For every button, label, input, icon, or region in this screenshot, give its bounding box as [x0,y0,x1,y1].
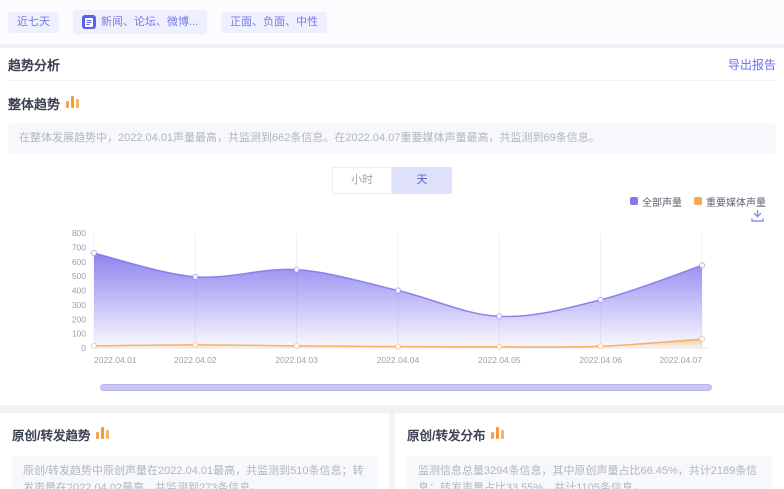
filter-chip-sources-label: 新闻、论坛、微博... [101,17,198,28]
svg-text:2022.04.04: 2022.04.04 [377,355,420,365]
bottom-cards-row: 原创/转发趋势 原创/转发趋势中原创声量在2022.04.01最高，共监测到51… [0,413,784,489]
legend-label-total: 全部声量 [642,194,682,209]
svg-text:2022.04.01: 2022.04.01 [94,355,137,365]
bar-chart-icon [491,426,504,444]
svg-text:2022.04.03: 2022.04.03 [275,355,318,365]
card-description: 监测信息总量3294条信息，其中原创声量占比66.45%，共计2189条信息；转… [407,456,772,489]
datazoom-slider[interactable] [100,384,712,391]
legend-label-media: 重要媒体声量 [706,194,766,209]
trend-area-chart[interactable]: 0 100 200 300 400 500 600 700 800 2022.04.01 2022.… [8,226,776,376]
section-title: 整体趋势 [8,94,60,113]
legend-item-media-volume[interactable]: 重要媒体声量 [694,194,766,209]
granularity-hour-button[interactable]: 小时 [332,167,392,194]
overall-trend-description: 在整体发展趋势中，2022.04.01声量最高，共监测到662条信息。在2022… [8,123,776,154]
legend-swatch-orange [694,197,702,205]
filter-chip-date-range[interactable]: 近七天 [8,12,59,33]
svg-text:500: 500 [72,271,86,281]
chart-toolbar [8,210,776,224]
granularity-day-button[interactable]: 天 [392,167,452,194]
svg-text:700: 700 [72,242,86,252]
export-report-link[interactable]: 导出报告 [728,56,776,73]
original-forward-distribution-card: 原创/转发分布 监测信息总量3294条信息，其中原创声量占比66.45%，共计2… [395,413,784,489]
svg-text:2022.04.07: 2022.04.07 [659,355,702,365]
card-description: 原创/转发趋势中原创声量在2022.04.01最高，共监测到510条信息；转发声… [12,456,377,489]
legend-item-total-volume[interactable]: 全部声量 [630,194,682,209]
granularity-toggle: 小时 天 [332,167,452,194]
bar-chart-icon [96,426,109,444]
svg-text:200: 200 [72,314,86,324]
card-header: 趋势分析 导出报告 [8,48,776,81]
svg-text:100: 100 [72,329,86,339]
chart-legend: 全部声量 重要媒体声量 [8,194,776,208]
svg-text:400: 400 [72,286,86,296]
granularity-toggle-row: 小时 天 [8,167,776,194]
svg-text:2022.04.06: 2022.04.06 [579,355,622,365]
svg-text:800: 800 [72,228,86,238]
trend-analysis-card: 趋势分析 导出报告 整体趋势 在整体发展趋势中，2022.04.01声量最高，共… [0,48,784,405]
bar-chart-icon [66,95,79,113]
filter-chip-sources[interactable]: 新闻、论坛、微博... [73,10,207,34]
page-title: 趋势分析 [8,55,60,74]
filter-chip-sentiment[interactable]: 正面、负面、中性 [221,12,327,33]
page: 近七天 新闻、论坛、微博... 正面、负面、中性 趋势分析 导出报告 整体趋势 … [0,0,784,489]
svg-text:300: 300 [72,300,86,310]
card-header: 原创/转发趋势 [12,425,377,444]
card-title: 原创/转发分布 [407,425,485,444]
filter-bar: 近七天 新闻、论坛、微博... 正面、负面、中性 [0,0,784,44]
svg-text:2022.04.02: 2022.04.02 [174,355,217,365]
legend-swatch-purple [630,197,638,205]
card-title: 原创/转发趋势 [12,425,90,444]
card-header: 原创/转发分布 [407,425,772,444]
overall-trend-section-header: 整体趋势 [8,94,776,113]
original-forward-trend-card: 原创/转发趋势 原创/转发趋势中原创声量在2022.04.01最高，共监测到51… [0,413,389,489]
source-media-icon [82,15,96,29]
svg-text:600: 600 [72,257,86,267]
filter-chip-sentiment-label: 正面、负面、中性 [230,17,318,28]
filter-chip-date-label: 近七天 [17,17,50,28]
download-icon[interactable] [751,210,764,222]
svg-text:0: 0 [81,343,86,353]
svg-text:2022.04.05: 2022.04.05 [478,355,521,365]
